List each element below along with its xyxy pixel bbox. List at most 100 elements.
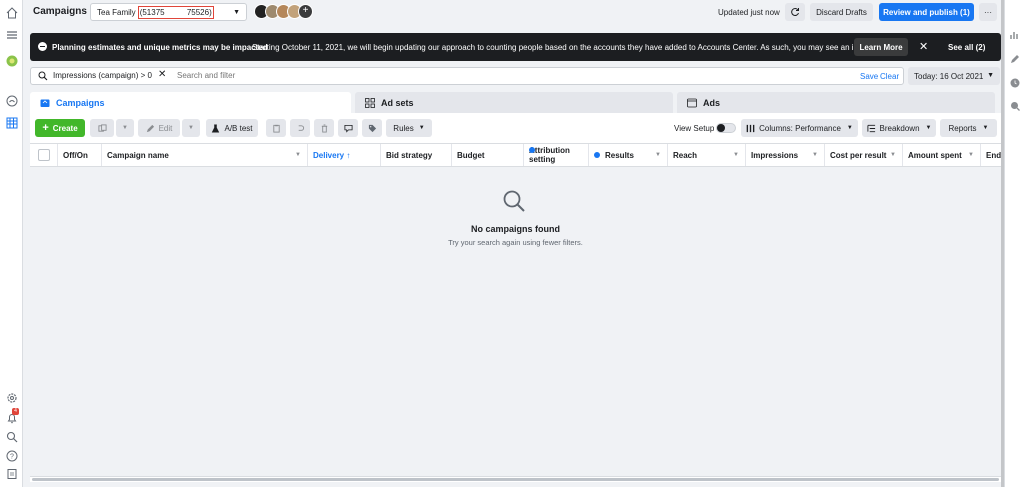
- chevron-down-icon: ▼: [846, 125, 853, 131]
- tab-ad-sets[interactable]: Ad sets: [355, 92, 673, 113]
- right-side-rail: [1004, 0, 1024, 487]
- duplicate-icon: [97, 123, 107, 132]
- update-status: Updated just now: [718, 8, 780, 17]
- search-rail-icon[interactable]: [5, 430, 18, 443]
- column-header-delivery[interactable]: Delivery ↑: [308, 144, 381, 166]
- settings-icon[interactable]: [5, 391, 18, 404]
- search-input[interactable]: [177, 71, 837, 80]
- column-header-cost-per-result[interactable]: Cost per result ▼: [825, 144, 903, 166]
- duplicate-button[interactable]: [90, 119, 114, 137]
- column-header-budget[interactable]: Budget: [452, 144, 524, 166]
- chevron-down-icon: ▼: [233, 9, 240, 16]
- more-options-button[interactable]: ···: [979, 3, 997, 21]
- chart-icon[interactable]: [1010, 30, 1020, 40]
- view-setup-toggle[interactable]: [716, 123, 736, 133]
- column-header-bid-strategy[interactable]: Bid strategy: [381, 144, 452, 166]
- report-icon[interactable]: [5, 467, 18, 480]
- breakdown-icon: [866, 124, 875, 132]
- performance-icon[interactable]: [5, 94, 18, 107]
- chevron-down-icon: ▼: [982, 125, 989, 131]
- account-selector[interactable]: Tea Family (51375 75526) ▼: [90, 3, 247, 21]
- clipboard-button[interactable]: [266, 119, 286, 137]
- account-avatar[interactable]: [5, 54, 18, 67]
- account-name: Tea Family: [97, 7, 136, 17]
- home-icon[interactable]: [5, 6, 18, 19]
- filter-chip-label: Impressions (campaign) > 0: [53, 71, 152, 80]
- add-people-icon[interactable]: +: [298, 4, 313, 19]
- pencil-icon: [146, 124, 154, 132]
- column-header-results[interactable]: Results ▼: [589, 144, 668, 166]
- notice-banner: Planning estimates and unique metrics ma…: [30, 33, 1001, 61]
- grid-icon: [365, 97, 375, 108]
- edit-button[interactable]: Edit: [138, 119, 180, 137]
- banner-heading: Planning estimates and unique metrics ma…: [52, 43, 268, 52]
- column-label: End: [986, 150, 1002, 160]
- clock-icon[interactable]: [1010, 78, 1020, 88]
- create-label: Create: [52, 123, 78, 133]
- tab-ads[interactable]: Ads: [677, 92, 995, 113]
- column-label: Cost per result: [830, 150, 887, 160]
- tag-button[interactable]: [362, 119, 382, 137]
- comment-button[interactable]: [338, 119, 358, 137]
- date-range-picker[interactable]: Today: 16 Oct 2021 ▼: [908, 67, 1000, 85]
- horizontal-scrollbar[interactable]: [30, 476, 1001, 482]
- inspect-icon[interactable]: [1010, 101, 1020, 111]
- table-toolbar: + Create ▼ Edit ▼ A/B test Rules ▼ View …: [30, 113, 1001, 143]
- date-range-label: Today: 16 Oct 2021: [914, 71, 984, 81]
- search-filter-bar[interactable]: Impressions (campaign) > 0 ✕ Save Clear: [30, 67, 904, 85]
- breakdown-button[interactable]: Breakdown ▼: [862, 119, 936, 137]
- review-and-publish-button[interactable]: Review and publish (1): [879, 3, 974, 21]
- sort-icon: ▼: [890, 152, 896, 158]
- filter-chip[interactable]: Impressions (campaign) > 0: [53, 70, 152, 82]
- column-label: Reach: [673, 150, 698, 160]
- column-header-off-on[interactable]: Off/On: [58, 144, 102, 166]
- tab-campaigns[interactable]: Campaigns: [30, 92, 351, 113]
- learn-more-button[interactable]: Learn More: [854, 38, 908, 56]
- page-title: Campaigns: [33, 6, 87, 17]
- menu-icon[interactable]: [5, 28, 18, 41]
- column-header-campaign-name[interactable]: Campaign name ▼: [102, 144, 308, 166]
- reports-button[interactable]: Reports ▼: [940, 119, 997, 137]
- chevron-down-icon: ▼: [418, 125, 425, 131]
- column-label: Delivery ↑: [313, 150, 351, 160]
- remove-filter-icon[interactable]: ✕: [158, 69, 166, 81]
- sort-icon: ▼: [295, 152, 301, 158]
- columns-button[interactable]: Columns: Performance ▼: [741, 119, 858, 137]
- banner-message: Starting October 11, 2021, we will begin…: [252, 43, 858, 52]
- close-icon[interactable]: ✕: [919, 40, 928, 53]
- refresh-button[interactable]: [785, 3, 805, 21]
- edit-menu-button[interactable]: ▼: [182, 119, 200, 137]
- info-minus-icon: [38, 42, 47, 51]
- column-header-ends[interactable]: End: [981, 144, 1001, 166]
- column-header-attribution-setting[interactable]: Attribution setting: [524, 144, 589, 166]
- create-button[interactable]: + Create: [35, 119, 85, 137]
- sort-icon: ▼: [812, 152, 818, 158]
- notifications-bell-icon[interactable]: 4: [5, 408, 19, 424]
- pencil-icon[interactable]: [1010, 54, 1020, 64]
- column-header-amount-spent[interactable]: Amount spent ▼: [903, 144, 981, 166]
- trash-icon: [321, 123, 327, 133]
- delete-button[interactable]: [314, 119, 334, 137]
- tag-icon: [368, 124, 376, 132]
- select-all-checkbox[interactable]: [37, 149, 50, 161]
- rules-button[interactable]: Rules ▼: [386, 119, 432, 137]
- ab-test-button[interactable]: A/B test: [206, 119, 258, 137]
- sort-icon: ▼: [655, 152, 661, 158]
- select-all-cell: [30, 144, 58, 166]
- column-label: Campaign name: [107, 150, 169, 160]
- help-icon[interactable]: ?: [5, 449, 18, 462]
- duplicate-menu-button[interactable]: ▼: [116, 119, 134, 137]
- collaborator-avatars[interactable]: +: [254, 4, 314, 20]
- column-label: Bid strategy: [386, 150, 433, 160]
- ads-manager-table-icon[interactable]: [5, 116, 18, 129]
- info-icon: [594, 152, 600, 158]
- save-filter-link[interactable]: Save: [860, 72, 878, 81]
- column-header-reach[interactable]: Reach ▼: [668, 144, 746, 166]
- view-setup-label: View Setup: [674, 124, 715, 133]
- empty-state-subtitle: Try your search again using fewer filter…: [448, 238, 583, 247]
- undo-button[interactable]: [290, 119, 310, 137]
- clear-filter-link[interactable]: Clear: [880, 72, 899, 81]
- column-header-impressions[interactable]: Impressions ▼: [746, 144, 825, 166]
- discard-drafts-button[interactable]: Discard Drafts: [810, 3, 873, 21]
- see-all-link[interactable]: See all (2): [948, 43, 985, 52]
